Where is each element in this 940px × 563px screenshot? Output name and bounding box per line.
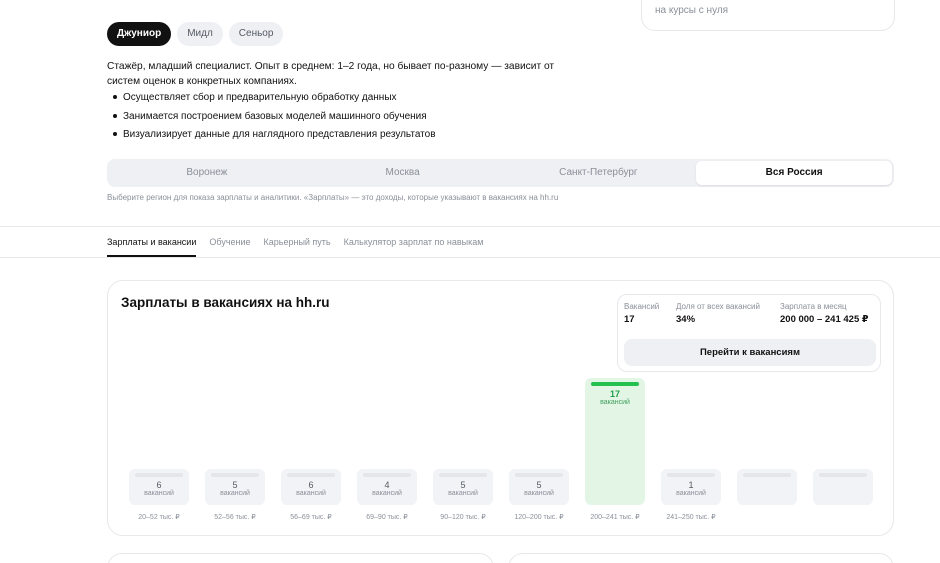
bar-range-label: 200–241 тыс. ₽: [590, 514, 640, 521]
bar-value: 5: [536, 480, 542, 490]
tab-career-path[interactable]: Карьерный путь: [264, 237, 331, 257]
bar-cap: [287, 473, 335, 477]
bar-value: 6: [156, 480, 162, 490]
bar-unit: вакансий: [220, 490, 250, 497]
region-voronezh[interactable]: Воронеж: [109, 161, 305, 185]
histogram-bar[interactable]: 1 вакансий: [661, 469, 721, 505]
bar-cap: [743, 473, 791, 477]
responsibility-item: Визуализирует данные для наглядного пред…: [113, 127, 436, 146]
histogram-bar[interactable]: 5 вакансий: [509, 469, 569, 505]
divider: [0, 226, 940, 227]
bar-unit: вакансий: [600, 399, 630, 406]
bar-unit: вакансий: [524, 490, 554, 497]
tab-salary-calculator[interactable]: Калькулятор зарплат по навыкам: [344, 237, 484, 257]
bar-range-label: 69–90 тыс. ₽: [366, 514, 408, 521]
tab-salaries[interactable]: Зарплаты и вакансии: [107, 237, 197, 257]
responsibilities-list: Осуществляет сбор и предварительную обра…: [113, 90, 436, 146]
bar-range-label: 52–56 тыс. ₽: [214, 514, 256, 521]
bottom-card-right: [508, 553, 894, 563]
responsibility-item: Осуществляет сбор и предварительную обра…: [113, 90, 436, 109]
bar-value: 5: [232, 480, 238, 490]
region-selector: Воронеж Москва Санкт-Петербург Вся Росси…: [107, 159, 894, 187]
region-moscow[interactable]: Москва: [305, 161, 501, 185]
bar-value: 1: [688, 480, 694, 490]
histogram-bar[interactable]: 4 вакансий: [357, 469, 417, 505]
tab-education[interactable]: Обучение: [209, 237, 250, 257]
level-middle-button[interactable]: Мидл: [177, 22, 223, 46]
bar-cap: [211, 473, 259, 477]
histogram-bar[interactable]: 6 вакансий: [129, 469, 189, 505]
level-selector: Джуниор Мидл Сеньор: [107, 22, 284, 46]
bar-cap: [591, 382, 639, 386]
salary-panel: Зарплаты в вакансиях на hh.ru Вакансий 1…: [107, 280, 894, 536]
histogram-bar[interactable]: 6 вакансий: [281, 469, 341, 505]
bar-cap: [667, 473, 715, 477]
section-tabs: Зарплаты и вакансии Обучение Карьерный п…: [107, 237, 483, 257]
course-card[interactable]: на курсы с нуля: [641, 0, 895, 31]
bar-value: 17: [609, 389, 620, 399]
bar-cap: [819, 473, 867, 477]
bar-range-label: 90–120 тыс. ₽: [440, 514, 486, 521]
histogram-bar[interactable]: 17 вакансий: [585, 378, 645, 505]
bar-cap: [363, 473, 411, 477]
histogram-bar[interactable]: [737, 469, 797, 505]
histogram-bar[interactable]: 5 вакансий: [205, 469, 265, 505]
bar-value: 5: [460, 480, 466, 490]
responsibility-item: Занимается построением базовых моделей м…: [113, 109, 436, 128]
bar-unit: вакансий: [144, 490, 174, 497]
region-note: Выберите регион для показа зарплаты и ан…: [107, 193, 559, 202]
bar-unit: вакансий: [676, 490, 706, 497]
bar-unit: вакансий: [296, 490, 326, 497]
level-senior-button[interactable]: Сеньор: [228, 22, 284, 46]
course-card-text: на курсы с нуля: [655, 5, 729, 16]
level-junior-button[interactable]: Джуниор: [107, 22, 172, 46]
bar-range-label: 20–52 тыс. ₽: [138, 514, 180, 521]
bar-value: 4: [384, 480, 390, 490]
level-description: Стажёр, младший специалист. Опыт в средн…: [107, 61, 555, 87]
bar-range-label: 120–200 тыс. ₽: [514, 514, 564, 521]
bar-cap: [135, 473, 183, 477]
bar-value: 6: [308, 480, 314, 490]
bar-unit: вакансий: [448, 490, 478, 497]
histogram-bar[interactable]: 5 вакансий: [433, 469, 493, 505]
bar-unit: вакансий: [372, 490, 402, 497]
divider: [0, 257, 940, 258]
region-all-russia[interactable]: Вся Россия: [696, 161, 892, 185]
bar-range-label: 241–250 тыс. ₽: [666, 514, 716, 521]
bottom-card-left: [107, 553, 494, 563]
region-spb[interactable]: Санкт-Петербург: [501, 161, 697, 185]
bar-cap: [439, 473, 487, 477]
bar-range-label: 56–69 тыс. ₽: [290, 514, 332, 521]
histogram-bar[interactable]: [813, 469, 873, 505]
salary-histogram: 6 вакансий 20–52 тыс. ₽5 вакансий 52–56 тыс.…: [108, 281, 893, 535]
bar-cap: [515, 473, 563, 477]
